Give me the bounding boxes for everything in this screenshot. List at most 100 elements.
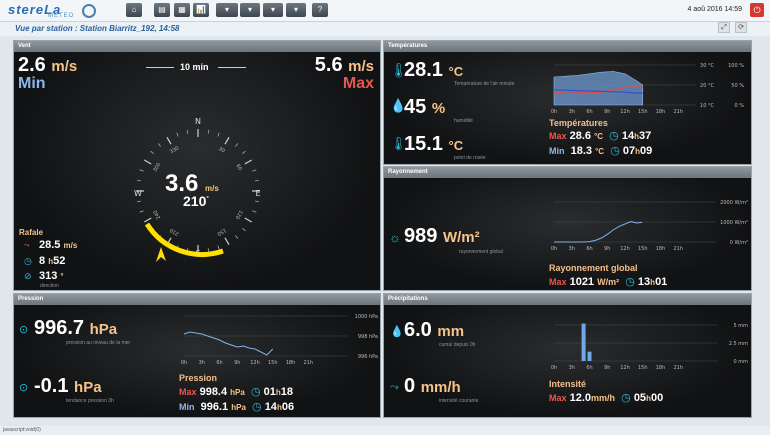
station-title: Vue par station : Station Biarritz_192, … (15, 24, 180, 33)
logo-sub: METEO (48, 13, 75, 19)
compass-tick (255, 200, 260, 203)
rain-intensity-value: 0 mm/h (404, 375, 461, 397)
pressure-line (183, 331, 274, 356)
help-button[interactable]: ? (312, 3, 328, 17)
air-temp-label: Température de l'air minute (454, 81, 515, 87)
stations-dropdown[interactable]: ▾ (216, 3, 238, 17)
panel-header: Précipitations (384, 294, 751, 305)
temperatures-panel: Températures 🌡 28.1 °C Température de l'… (383, 40, 752, 165)
wind-sector-arc (144, 222, 224, 257)
compass-e: E (255, 189, 260, 198)
x-tick-label: 6h (586, 109, 592, 115)
y-tick-label: 100 % (728, 63, 744, 69)
y-tick-label: 10 °C (700, 103, 714, 109)
compass-tick (235, 235, 239, 239)
rain-drop-icon: 💧 (390, 326, 404, 338)
x-tick-label: 12h (620, 109, 630, 115)
x-tick-label: 3h (569, 109, 575, 115)
sub-header: Vue par station : Station Biarritz_192, … (0, 22, 770, 36)
datetime: 4 aoû 2016 14:59 (687, 6, 743, 13)
pressure-label: pression au niveau de la mer (66, 340, 131, 346)
gust-time: 8 h52 (39, 255, 66, 267)
rain-cumul-value: 6.0 mm (404, 319, 465, 341)
chart-button[interactable]: 📊 (193, 3, 209, 17)
x-tick-label: 18h (286, 360, 296, 366)
wind-min-value: 2.6 m/s (18, 54, 78, 76)
x-tick-label: 0h (551, 109, 557, 115)
radiation-stats-title: Rayonnement global (549, 263, 638, 273)
y-tick-label: 20 °C (700, 83, 714, 89)
grid-button[interactable]: ▦ (174, 3, 190, 17)
y-tick-label: 50 % (731, 83, 744, 89)
compass-tick (144, 217, 152, 223)
temperature-chart: 0h 3h 6h 9h 12h 15h 18h 21h 30 °C 20 °C 10 °C 100 %… (551, 63, 744, 115)
tools-dropdown[interactable]: ▾ (240, 3, 260, 17)
sterela-logo[interactable]: stereLa METEO (8, 2, 98, 20)
user-dropdown[interactable]: ▾ (286, 3, 306, 17)
radiation-value: 989 W/m² (404, 225, 480, 247)
compass-degree-label: 30 (217, 146, 226, 154)
y-tick-label: 2000 W/m² (720, 200, 748, 206)
humidity-area (553, 71, 644, 106)
y-tick-label: 996 hPa (358, 354, 378, 360)
compass-tick (176, 132, 179, 137)
y-tick-label: 0 % (734, 103, 744, 109)
panel-body: ☼ 989 W/m² rayonnement global 0h 3h 6h 9h 12… (384, 178, 751, 290)
compass-tick (150, 150, 154, 154)
settings-dropdown[interactable]: ▾ (263, 3, 283, 17)
pressure-trend-icon: ⊙ (19, 382, 29, 394)
x-tick-label: 18h (656, 109, 666, 115)
panel-body: 2.6 m/s Min 5.6 m/s Max 10 min N E S W 3… (14, 52, 380, 290)
radiation-line (554, 221, 643, 243)
pression-panel: Pression ⊙ 996.7 hPa pression au niveau … (13, 293, 381, 418)
top-bar: stereLa METEO ⌂ ▤ ▦ 📊 ▾ ▾ ▾ ▾ ? 4 aoû 20… (0, 0, 770, 22)
wind-center-direction: 210° (183, 193, 209, 209)
compass-s: S (195, 249, 200, 258)
temp-max: Max 28.6 °C ◷ 14h37 (549, 130, 652, 142)
compass-degree-label: 120 (234, 209, 244, 220)
compass-degree-label: 240 (152, 209, 162, 220)
wind-period: 10 min (180, 62, 209, 72)
pressure-icon: ⊙ (19, 324, 29, 336)
logo-circle-icon (82, 4, 96, 18)
x-tick-label: 21h (303, 360, 313, 366)
compass-tick (255, 179, 260, 182)
logout-button[interactable]: ⏻ (750, 3, 764, 17)
y-tick-label: 1000 W/m² (720, 220, 748, 226)
y-tick-label: 1000 hPa (355, 314, 378, 320)
compass-tick (242, 228, 246, 232)
list-button[interactable]: ▤ (154, 3, 170, 17)
home-button[interactable]: ⌂ (126, 3, 142, 17)
rayonnement-panel: Rayonnement ☼ 989 W/m² rayonnement globa… (383, 166, 752, 291)
x-tick-label: 3h (569, 365, 575, 371)
x-tick-label: 9h (234, 360, 240, 366)
fullscreen-button[interactable]: ⤢ (718, 22, 730, 33)
period-line-right (218, 67, 246, 68)
compass-tick (157, 143, 161, 147)
compass-tick (244, 217, 252, 223)
period-line-left (146, 67, 174, 68)
compass-degree-label: 60 (235, 163, 243, 172)
rain-chart: 0h 3h 6h 9h 12h 15h 18h 21h 5 mm 2.5 mm 0 mm (551, 323, 748, 371)
clock-icon: ◷ (24, 256, 32, 266)
pressure-value: 996.7 hPa (34, 317, 118, 339)
refresh-button[interactable]: ⟳ (735, 22, 747, 33)
compass-tick (244, 159, 252, 165)
wind-min-label: Min (18, 75, 46, 92)
compass-tick (136, 200, 141, 203)
panel-header: Rayonnement (384, 167, 751, 178)
rain-stats-title: Intensité (549, 379, 587, 389)
x-tick-label: 9h (604, 246, 610, 252)
y-tick-label: 5 mm (733, 323, 748, 329)
dew-point-value: 15.1 °C (404, 133, 464, 155)
x-tick-label: 15h (268, 360, 278, 366)
wind-max-label: Max (342, 75, 374, 92)
x-tick-label: 21h (673, 365, 683, 371)
direction-icon: ⊘ (24, 271, 32, 281)
rain-bar (581, 323, 586, 361)
compass-tick (224, 137, 230, 145)
x-tick-label: 0h (551, 246, 557, 252)
sun-icon: ☼ (389, 230, 401, 245)
pressure-stats-title: Pression (179, 373, 218, 383)
pressure-trend-label: tendance pression 3h (66, 398, 114, 404)
